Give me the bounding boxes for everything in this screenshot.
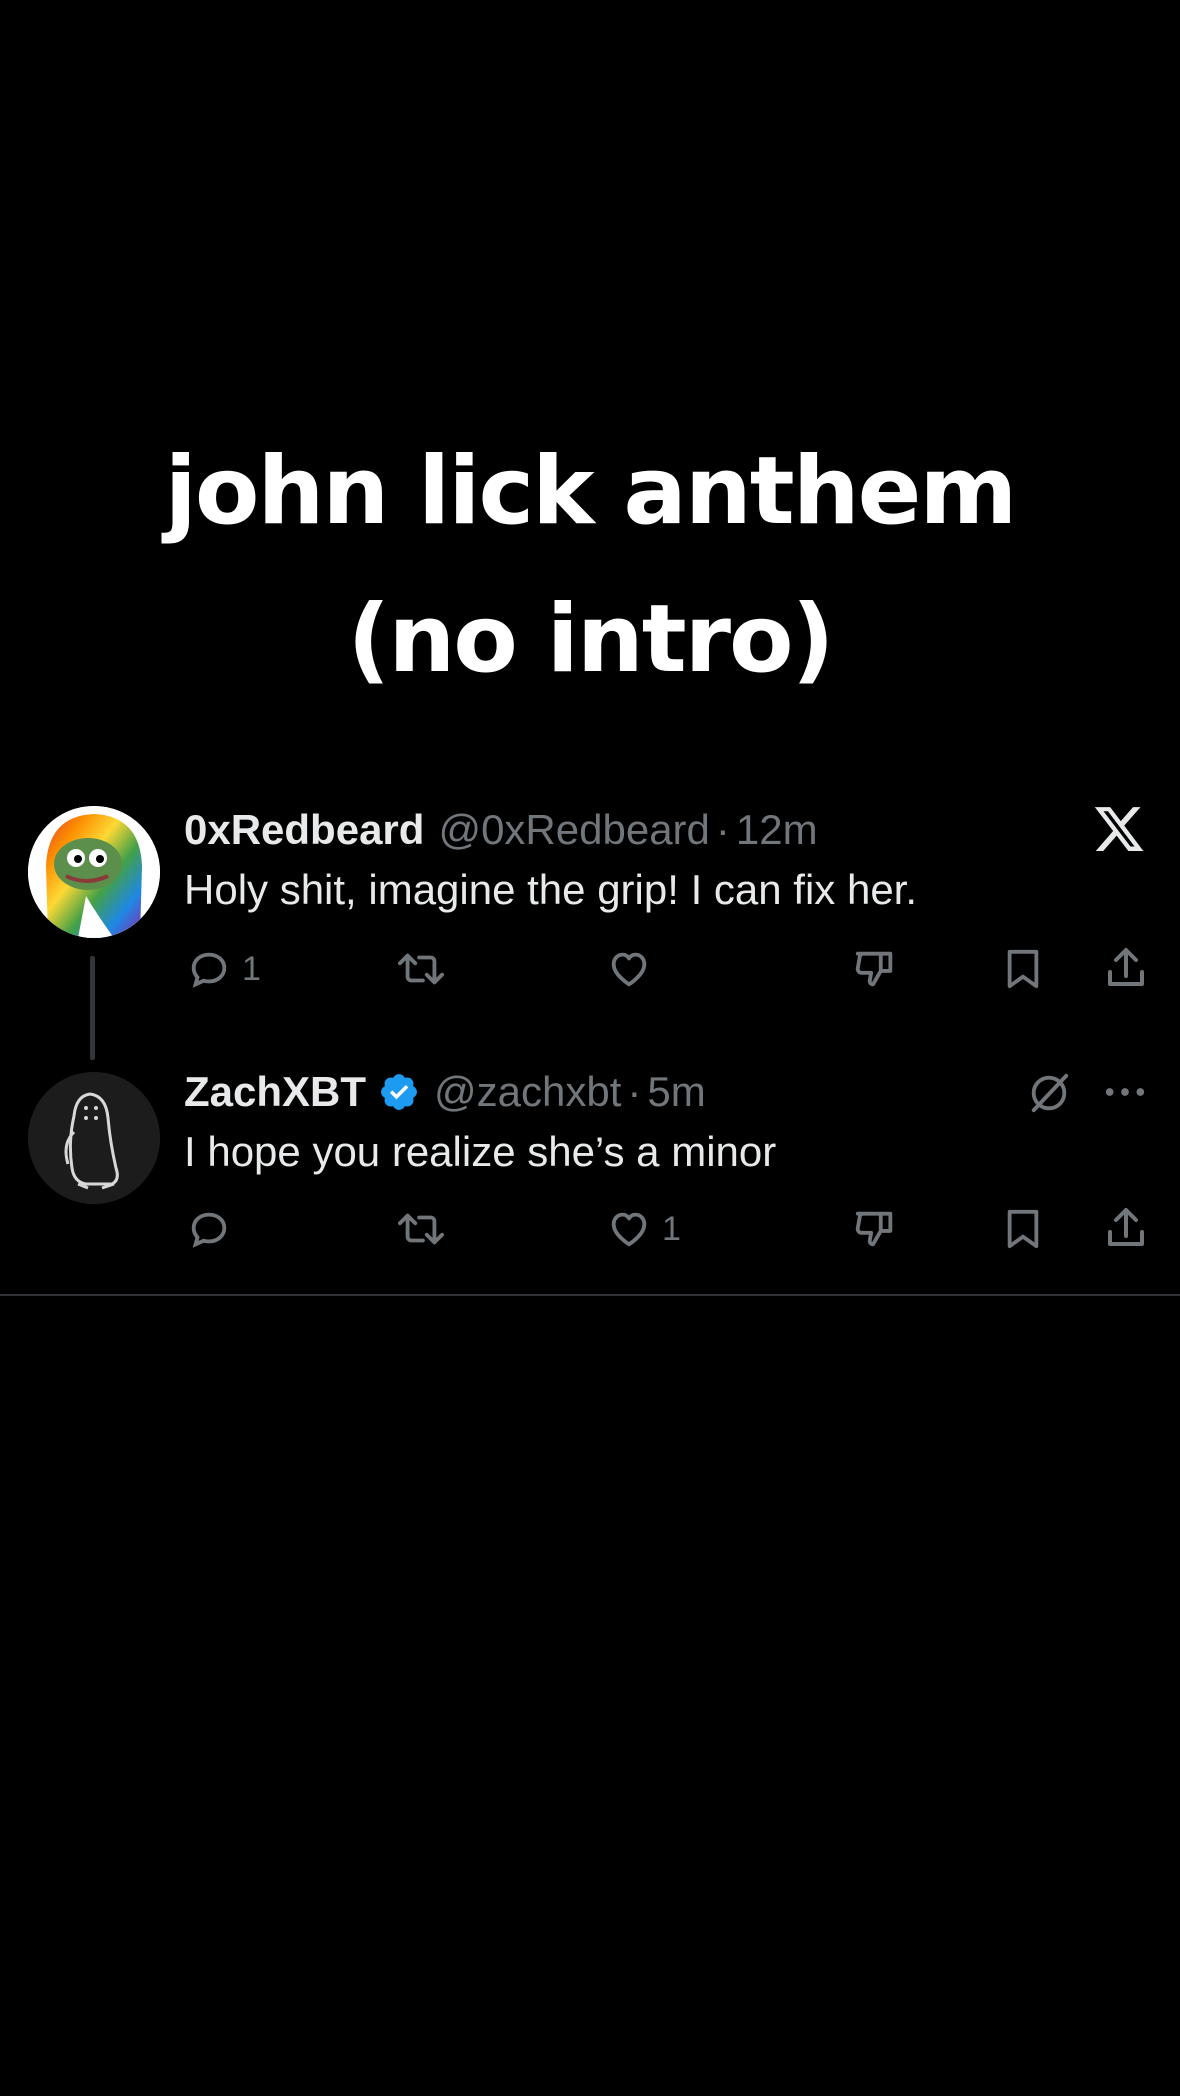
x-logo-icon (1092, 802, 1146, 861)
verified-badge-icon (378, 1071, 420, 1113)
timestamp[interactable]: 5m (647, 1066, 705, 1118)
tweet-text: I hope you realize she’s a minor (184, 1128, 777, 1175)
like-count: 1 (662, 1209, 681, 1248)
frog-avatar-icon[interactable] (28, 806, 160, 938)
caption-line-2: (no intro) (347, 585, 834, 694)
reply-icon (186, 1206, 232, 1252)
video-caption: john lick anthem (no intro) (0, 418, 1180, 714)
grok-icon[interactable] (1026, 1070, 1072, 1121)
bookmark-button[interactable] (1002, 1206, 1044, 1252)
retweet-button[interactable] (396, 946, 446, 992)
penguin-avatar-icon[interactable] (28, 1072, 160, 1204)
bookmark-icon (1002, 946, 1044, 992)
more-options-icon[interactable] (1102, 1080, 1148, 1109)
user-handle[interactable]: @0xRedbeard (438, 804, 709, 856)
user-handle[interactable]: @zachxbt (434, 1066, 621, 1118)
dislike-button[interactable] (852, 1206, 898, 1252)
like-button[interactable] (606, 946, 662, 992)
separator-dot: · (715, 806, 730, 853)
display-name[interactable]: ZachXBT (184, 1066, 366, 1118)
heart-icon (606, 946, 652, 992)
tweet-header: ZachXBT @zachxbt · 5m (184, 1066, 706, 1118)
heart-icon (606, 1206, 652, 1252)
thumbs-down-icon (852, 1206, 898, 1252)
reply-button[interactable] (186, 1206, 242, 1252)
share-button[interactable] (1104, 944, 1148, 992)
divider (0, 1294, 1180, 1296)
reply-button[interactable]: 1 (186, 946, 261, 992)
retweet-icon (396, 1206, 446, 1252)
tweet-header: 0xRedbeard @0xRedbeard · 12m (184, 804, 818, 856)
timestamp[interactable]: 12m (736, 804, 818, 856)
bookmark-icon (1002, 1206, 1044, 1252)
share-icon (1104, 1204, 1148, 1252)
retweet-button[interactable] (396, 1206, 446, 1252)
thumbs-down-icon (852, 946, 898, 992)
dislike-button[interactable] (852, 946, 898, 992)
caption-line-1: john lick anthem (164, 437, 1018, 546)
display-name[interactable]: 0xRedbeard (184, 804, 424, 856)
reply-icon (186, 946, 232, 992)
bookmark-button[interactable] (1002, 946, 1044, 992)
share-button[interactable] (1104, 1204, 1148, 1252)
reply-count: 1 (242, 949, 261, 988)
retweet-icon (396, 946, 446, 992)
separator-dot: · (627, 1068, 642, 1115)
tweet-text: Holy shit, imagine the grip! I can fix h… (184, 866, 918, 913)
share-icon (1104, 944, 1148, 992)
like-button[interactable]: 1 (606, 1206, 681, 1252)
thread-connector-line (90, 956, 95, 1060)
